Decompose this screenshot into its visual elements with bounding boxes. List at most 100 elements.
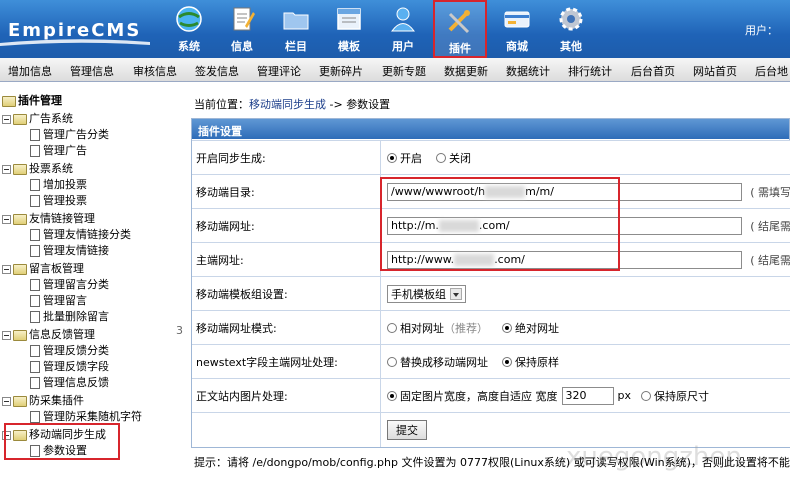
collapse-icon[interactable]: [2, 114, 11, 124]
highlight-box: [380, 177, 620, 271]
page-icon: [30, 377, 40, 389]
row-value: 固定图片宽度，高度自适应 宽度 px 保持原尺寸: [380, 379, 790, 412]
toolbar-item[interactable]: 数据更新: [444, 63, 488, 79]
user-icon: [391, 7, 415, 32]
tree-leaf[interactable]: 管理友情链接: [30, 242, 109, 258]
radio-checked-icon: [387, 390, 397, 401]
toolbar-item[interactable]: 排行统计: [568, 63, 612, 79]
toolbar-item[interactable]: 后台地: [755, 63, 788, 79]
radio-fixed-width[interactable]: 固定图片宽度，高度自适应 宽度: [387, 388, 558, 404]
quick-toolbar: 增加信息 管理信息 审核信息 签发信息 管理评论 更新碎片 更新专题 数据更新 …: [0, 58, 790, 82]
toolbar-item[interactable]: 更新专题: [382, 63, 426, 79]
collapse-icon[interactable]: [2, 396, 11, 406]
tree-leaf[interactable]: 增加投票: [30, 176, 87, 192]
radio-label: 保持原尺寸: [654, 389, 709, 403]
radio-checked-icon: [502, 322, 512, 333]
toolbar-item[interactable]: 增加信息: [8, 63, 52, 79]
tree-leaf[interactable]: 管理投票: [30, 192, 87, 208]
toolbar-item[interactable]: 后台首页: [631, 63, 675, 79]
radio-sync-off[interactable]: 关闭: [436, 150, 471, 166]
tree-root[interactable]: 插件管理: [2, 92, 62, 108]
radio-unchecked-icon: [387, 322, 397, 333]
row-value: 相对网址 （推荐） 绝对网址: [380, 311, 790, 344]
nav-label: 栏目: [285, 40, 307, 53]
hint-text: ( 结尾需: [750, 219, 790, 233]
nav-shop[interactable]: 商城: [493, 0, 541, 58]
tree-group-vote[interactable]: 投票系统: [2, 160, 73, 176]
user-label: 用户：: [745, 24, 778, 37]
radio-relative-url[interactable]: 相对网址 （推荐）: [387, 320, 488, 336]
globe-icon: [176, 6, 202, 32]
tree-group-label: 广告系统: [29, 112, 73, 125]
template-group-select[interactable]: 手机模板组: [387, 284, 466, 303]
nav-template[interactable]: 模板: [325, 0, 373, 58]
tree-group-anticollect[interactable]: 防采集插件: [2, 392, 84, 408]
tree-leaf[interactable]: 管理反馈字段: [30, 358, 109, 374]
nav-user[interactable]: 用户: [379, 0, 427, 58]
tree-leaf[interactable]: 管理广告: [30, 142, 87, 158]
select-value: 手机模板组: [391, 287, 446, 301]
tree-leaf[interactable]: 管理留言: [30, 292, 87, 308]
collapse-icon[interactable]: [2, 164, 11, 174]
footer-tip: 提示：请将 /e/dongpo/mob/config.php 文件设置为 077…: [194, 456, 790, 469]
tree-leaf[interactable]: 管理防采集随机字符: [30, 408, 142, 424]
empirecms-logo[interactable]: EmpireCMS: [0, 0, 160, 58]
toolbar-item[interactable]: 管理评论: [257, 63, 301, 79]
main-content: 当前位置：移动端同步生成 -> 参数设置 插件设置 开启同步生成: 开启 关闭 …: [186, 84, 790, 486]
radio-label: 开启: [400, 151, 422, 165]
toolbar-item[interactable]: 网站首页: [693, 63, 737, 79]
row-value: 替换成移动端网址 保持原样: [380, 345, 790, 378]
toolbar-item[interactable]: 更新碎片: [319, 63, 363, 79]
gear-icon: [559, 7, 583, 31]
tree-leaf[interactable]: 管理友情链接分类: [30, 226, 131, 242]
radio-original-size[interactable]: 保持原尺寸: [641, 388, 709, 404]
frame-divider[interactable]: 3: [176, 324, 183, 337]
page-icon: [30, 179, 40, 191]
breadcrumb-sep: ->: [326, 98, 347, 111]
tree-leaf[interactable]: 管理广告分类: [30, 126, 109, 142]
tree-group-ads[interactable]: 广告系统: [2, 110, 73, 126]
page-icon: [30, 195, 40, 207]
tree-leaf[interactable]: 管理信息反馈: [30, 374, 109, 390]
toolbar-item[interactable]: 数据统计: [506, 63, 550, 79]
page-icon: [30, 411, 40, 423]
nav-plugin[interactable]: 插件: [433, 0, 487, 58]
radio-replace-url[interactable]: 替换成移动端网址: [387, 354, 488, 370]
radio-absolute-url[interactable]: 绝对网址: [502, 320, 559, 336]
tree-group-feedback[interactable]: 信息反馈管理: [2, 326, 95, 342]
radio-keep-original[interactable]: 保持原样: [502, 354, 559, 370]
chevron-down-icon: [450, 287, 462, 300]
collapse-icon[interactable]: [2, 214, 11, 224]
radio-unchecked-icon: [641, 390, 651, 401]
tree-leaf[interactable]: 管理反馈分类: [30, 342, 109, 358]
toolbar-item[interactable]: 管理信息: [70, 63, 114, 79]
toolbar-item[interactable]: 审核信息: [133, 63, 177, 79]
submit-button[interactable]: 提交: [387, 420, 427, 440]
card-icon: [504, 11, 530, 28]
breadcrumb-link[interactable]: 移动端同步生成: [249, 98, 326, 111]
tree-leaf-label: 管理防采集随机字符: [43, 410, 142, 423]
breadcrumb-prefix: 当前位置：: [194, 98, 249, 111]
nav-label: 用户: [392, 40, 414, 53]
nav-info[interactable]: 信息: [218, 0, 266, 58]
radio-checked-icon: [387, 152, 397, 163]
tree-leaf-label: 管理反馈分类: [43, 344, 109, 357]
tree-leaf[interactable]: 管理留言分类: [30, 276, 109, 292]
collapse-icon[interactable]: [2, 330, 11, 340]
tree-leaf[interactable]: 批量删除留言: [30, 308, 109, 324]
tree-group-label: 友情链接管理: [29, 212, 95, 225]
nav-column[interactable]: 栏目: [272, 0, 320, 58]
breadcrumb: 当前位置：移动端同步生成 -> 参数设置: [194, 96, 390, 112]
page-icon: [30, 345, 40, 357]
folder-icon: [13, 113, 27, 125]
collapse-icon[interactable]: [2, 264, 11, 274]
toolbar-item[interactable]: 签发信息: [195, 63, 239, 79]
nav-other[interactable]: 其他: [547, 0, 595, 58]
image-width-input[interactable]: [561, 386, 614, 405]
row-value: 手机模板组: [380, 277, 790, 310]
radio-sync-on[interactable]: 开启: [387, 150, 422, 166]
tree-group-links[interactable]: 友情链接管理: [2, 210, 95, 226]
tree-group-guestbook[interactable]: 留言板管理: [2, 260, 84, 276]
settings-panel: 插件设置 开启同步生成: 开启 关闭 移动端目录: /www/wwwroot/h…: [191, 118, 790, 448]
nav-system[interactable]: 系统: [165, 0, 213, 58]
